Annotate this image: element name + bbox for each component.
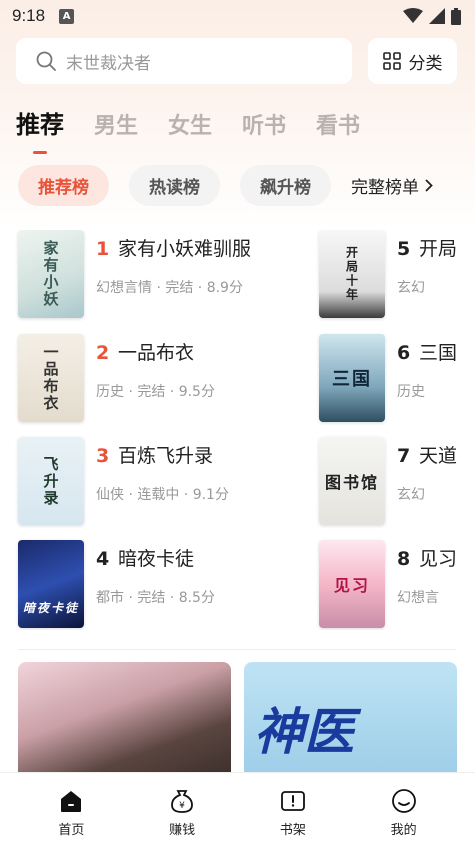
rank-number: 1 (96, 238, 110, 260)
book-title: 见习 (419, 548, 458, 570)
section-divider (18, 649, 456, 650)
book-cover: 飞升录 (18, 437, 84, 525)
promo-banner-left[interactable] (18, 662, 231, 780)
profile-icon (391, 789, 416, 813)
book-title: 天道 (419, 445, 458, 467)
promo-banner-right[interactable]: 神医 (244, 662, 457, 780)
list-item[interactable]: 一品布衣 2 一品布衣 历史 · 完结 · 9.5分 (18, 334, 338, 422)
book-cover: 三国 (319, 334, 385, 422)
battery-icon (451, 7, 461, 25)
status-time: 9:18 (12, 6, 46, 25)
rank-number: 7 (397, 445, 411, 467)
book-meta: 玄幻 (397, 280, 425, 296)
book-title: 一品布衣 (118, 342, 195, 364)
book-cover: 见习 (319, 540, 385, 628)
rank-number: 8 (397, 548, 411, 570)
search-placeholder: 末世裁决者 (66, 53, 151, 74)
book-title: 暗夜卡徒 (118, 548, 195, 570)
search-icon (36, 51, 56, 71)
rank-number: 5 (397, 238, 411, 260)
chevron-right-icon (425, 179, 433, 192)
chip-recommend-list[interactable]: 推荐榜 (18, 165, 109, 206)
book-cover: 开局十年 (319, 230, 385, 318)
ranking-list: 家有小妖 1 家有小妖难驯服 幻想言情 · 完结 · 8.9分 一品布衣 2 一… (0, 230, 475, 630)
grid-icon (382, 52, 401, 70)
book-cover: 家有小妖 (18, 230, 84, 318)
nav-earn[interactable]: ¥ 赚钱 (142, 773, 222, 844)
banner-title: 神医 (254, 702, 354, 761)
chip-hot-list[interactable]: 热读榜 (129, 165, 220, 206)
money-bag-icon: ¥ (171, 790, 194, 813)
book-title: 百炼飞升录 (118, 445, 214, 467)
book-title: 家有小妖难驯服 (118, 238, 252, 260)
book-cover: 图书馆 (319, 437, 385, 525)
book-meta: 玄幻 (397, 487, 425, 503)
chip-rising-list[interactable]: 飙升榜 (240, 165, 331, 206)
home-icon (61, 791, 82, 812)
tab-female[interactable]: 女生 (168, 108, 212, 140)
list-item[interactable]: 见习 8 见习 幻想言 (319, 540, 475, 628)
tab-reading[interactable]: 看书 (316, 108, 360, 140)
book-cover: 暗夜卡徒 (18, 540, 84, 628)
tab-recommend[interactable]: 推荐 (16, 105, 64, 154)
search-input[interactable]: 末世裁决者 (16, 38, 352, 84)
book-meta: 幻想言 (397, 590, 439, 606)
full-list-link[interactable]: 完整榜单 (351, 173, 433, 198)
top-tabs: 推荐 男生 女生 听书 看书 (16, 105, 360, 154)
rank-number: 6 (397, 342, 411, 364)
status-bar: 9:18 A (0, 0, 475, 32)
nav-label: 赚钱 (169, 823, 196, 838)
rank-number: 2 (96, 342, 110, 364)
rank-number: 4 (96, 548, 110, 570)
book-title: 开局 (419, 238, 458, 260)
nav-label: 首页 (58, 823, 85, 838)
nav-profile[interactable]: 我的 (364, 773, 444, 844)
tab-male[interactable]: 男生 (94, 108, 138, 140)
tab-audiobook[interactable]: 听书 (242, 108, 286, 140)
rank-number: 3 (96, 445, 110, 467)
wifi-icon (403, 8, 423, 23)
list-item[interactable]: 开局十年 5 开局 玄幻 (319, 230, 475, 318)
list-item[interactable]: 图书馆 7 天道 玄幻 (319, 437, 475, 525)
book-meta: 历史 · 完结 · 9.5分 (96, 384, 215, 400)
ranking-chips: 推荐榜 热读榜 飙升榜 完整榜单 (18, 165, 475, 206)
nav-label: 书架 (279, 823, 306, 838)
list-item[interactable]: 暗夜卡徒 4 暗夜卡徒 都市 · 完结 · 8.5分 (18, 540, 338, 628)
svg-text:¥: ¥ (179, 801, 185, 811)
nav-label: 我的 (390, 823, 417, 838)
category-label: 分类 (408, 53, 443, 74)
list-item[interactable]: 飞升录 3 百炼飞升录 仙侠 · 连载中 · 9.1分 (18, 437, 338, 525)
book-meta: 都市 · 完结 · 8.5分 (96, 590, 215, 606)
book-meta: 仙侠 · 连载中 · 9.1分 (96, 487, 229, 503)
bookshelf-icon (280, 791, 305, 811)
notification-icon: A (59, 8, 75, 24)
book-meta: 历史 (397, 384, 425, 400)
list-item[interactable]: 三国 6 三国 历史 (319, 334, 475, 422)
bottom-nav: 首页 ¥ 赚钱 书架 我的 (0, 772, 475, 844)
book-meta: 幻想言情 · 完结 · 8.9分 (96, 280, 243, 296)
book-title: 三国 (419, 342, 458, 364)
category-button[interactable]: 分类 (368, 38, 457, 84)
nav-home[interactable]: 首页 (31, 773, 111, 844)
signal-icon (429, 8, 445, 24)
book-cover: 一品布衣 (18, 334, 84, 422)
list-item[interactable]: 家有小妖 1 家有小妖难驯服 幻想言情 · 完结 · 8.9分 (18, 230, 338, 318)
nav-bookshelf[interactable]: 书架 (253, 773, 333, 844)
full-list-label: 完整榜单 (351, 178, 419, 198)
